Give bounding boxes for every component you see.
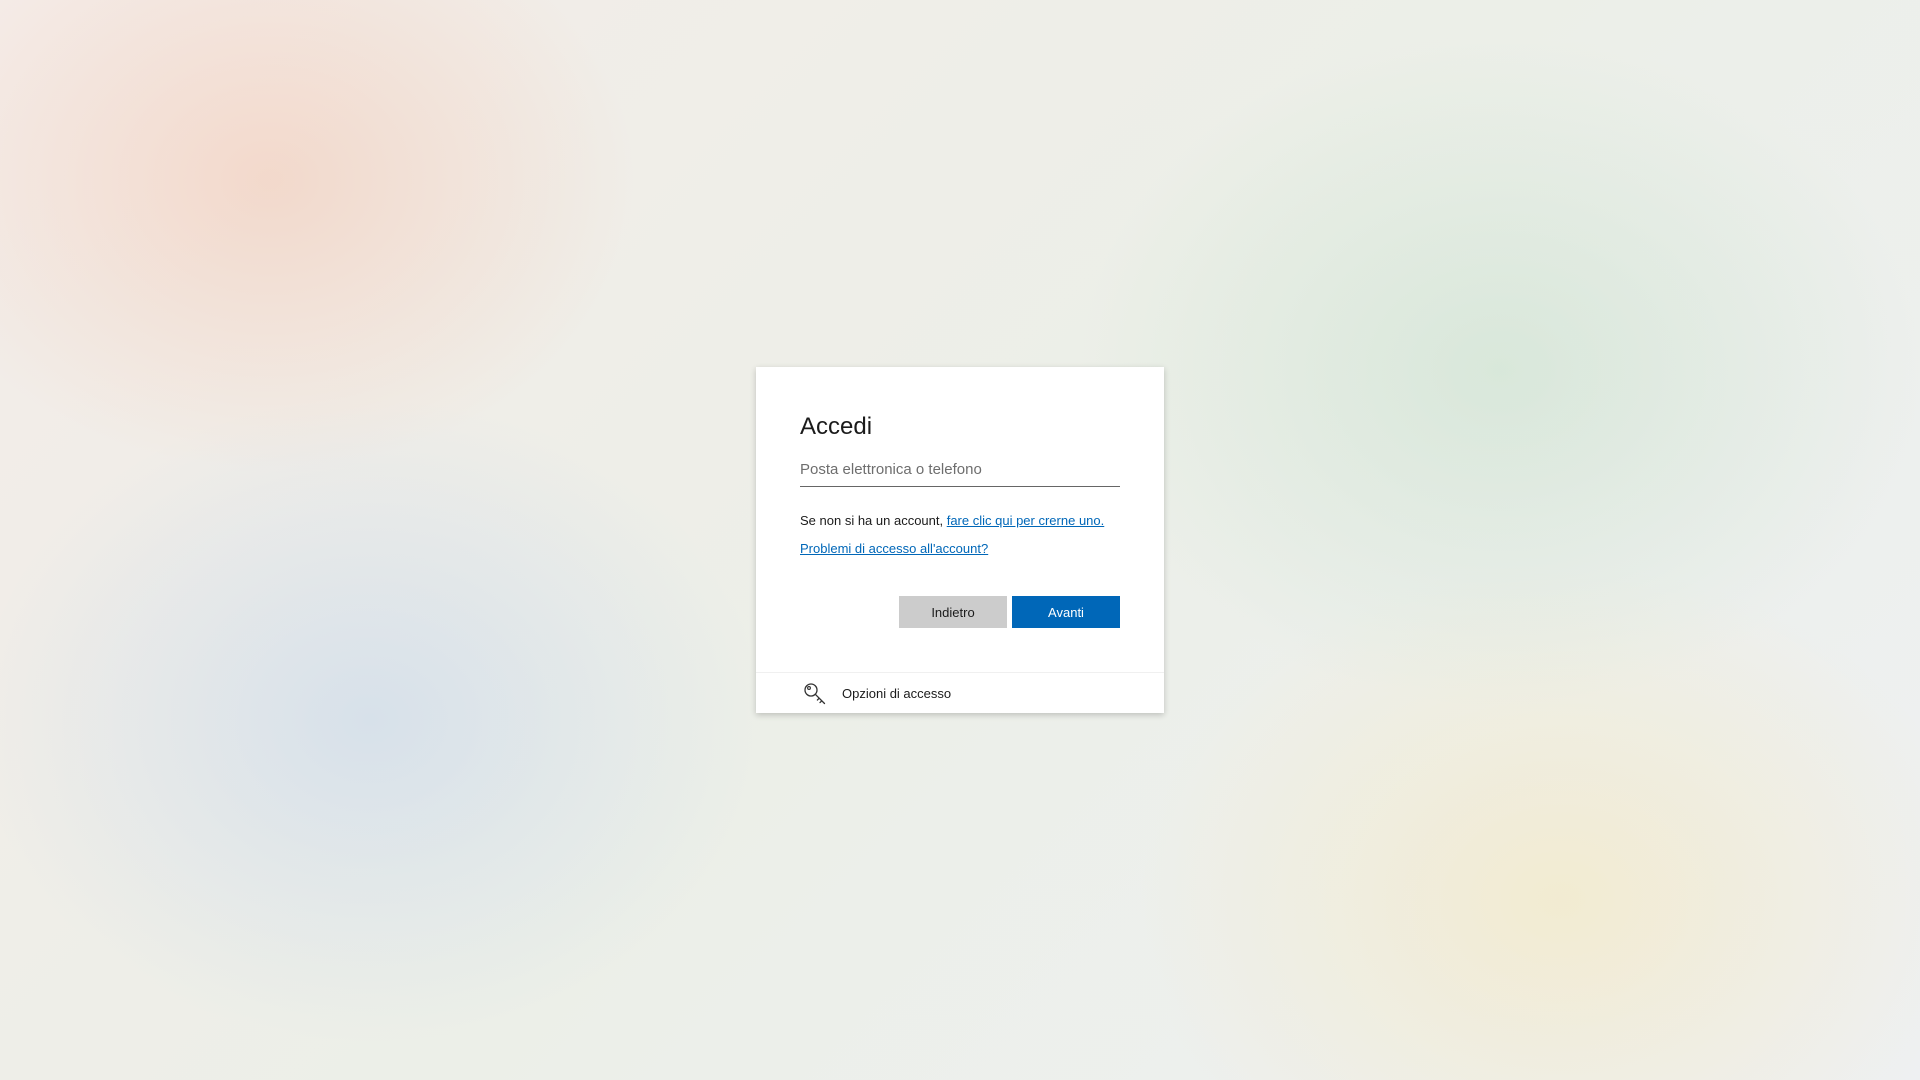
no-account-label: Se non si ha un account, xyxy=(800,513,947,528)
access-problems-row: Problemi di accesso all'account? xyxy=(800,541,988,556)
signin-card: Accedi Se non si ha un account, fare cli… xyxy=(756,367,1164,713)
create-account-link[interactable]: fare clic qui per crerne uno. xyxy=(947,513,1105,528)
access-problems-link[interactable]: Problemi di accesso all'account? xyxy=(800,541,988,556)
signin-options-button[interactable]: Opzioni di accesso xyxy=(756,672,1164,713)
key-icon xyxy=(804,683,826,705)
email-field[interactable] xyxy=(800,453,1120,487)
page-title: Accedi xyxy=(800,413,873,440)
next-button[interactable]: Avanti xyxy=(1012,596,1120,628)
no-account-text: Se non si ha un account, fare clic qui p… xyxy=(800,513,1104,528)
signin-panel: Accedi Se non si ha un account, fare cli… xyxy=(756,367,1164,672)
back-button[interactable]: Indietro xyxy=(899,596,1007,628)
signin-options-label: Opzioni di accesso xyxy=(842,686,952,701)
